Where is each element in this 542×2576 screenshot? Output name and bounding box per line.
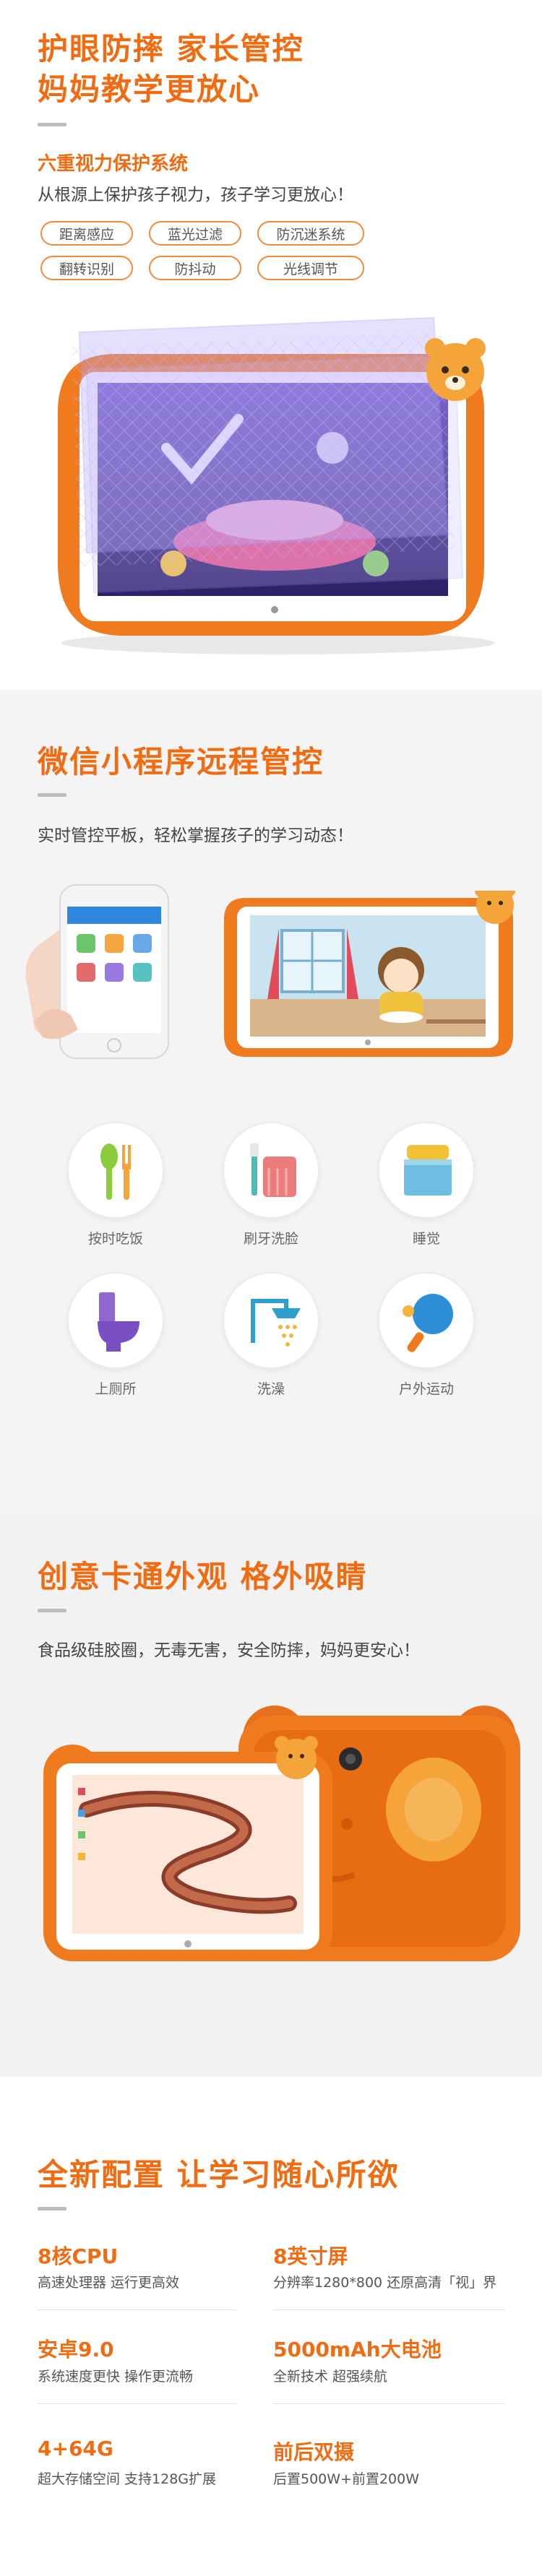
spec-battery-title: 5000mAh大电池 xyxy=(273,2338,442,2361)
spec-android-desc: 系统速度更快 操作更流畅 xyxy=(38,2369,194,2385)
phone-in-hand-illustration xyxy=(25,884,169,1059)
section2-description: 实时管控平板，轻松掌握孩子的学习动态！ xyxy=(38,826,353,845)
title-divider xyxy=(38,123,66,126)
section1-title-line2: 妈妈教学更放心 xyxy=(38,72,261,107)
tablet-cartoon-girl-illustration xyxy=(224,891,515,1057)
tag-flip-recognition: 翻转识别 xyxy=(40,256,133,280)
icon-label-toilet: 上厕所 xyxy=(95,1381,137,1397)
icon-label-sleep: 睡觉 xyxy=(412,1231,440,1247)
section4-title: 全新配置 让学习随心所欲 xyxy=(38,2157,400,2192)
spec-storage-title: 4+64G xyxy=(38,2437,113,2460)
spec-divider xyxy=(38,2403,236,2404)
section1-subtitle: 六重视力保护系统 xyxy=(38,153,189,175)
spec-camera-title: 前后双摄 xyxy=(273,2440,355,2464)
toothbrush-icon xyxy=(223,1122,319,1219)
cartoon-design-section: 创意卡通外观 格外吸睛 食品级硅胶圈，无毒无害，安全防摔，妈妈更安心！ xyxy=(0,1513,542,2077)
title-divider xyxy=(38,793,66,797)
spec-camera-desc: 后置500W+前置200W xyxy=(273,2471,420,2487)
tag-anti-shake: 防抖动 xyxy=(149,256,241,280)
tag-anti-addiction: 防沉迷系统 xyxy=(257,221,364,246)
spec-storage-desc: 超大存储空间 支持128G扩展 xyxy=(38,2471,217,2487)
bed-icon xyxy=(378,1122,475,1219)
ping-pong-icon xyxy=(378,1272,475,1369)
section1-description: 从根源上保护孩子视力，孩子学习更放心！ xyxy=(38,186,353,204)
specs-section: 全新配置 让学习随心所欲 8核CPU 高速处理器 运行更高效 8英寸屏 分辨率1… xyxy=(0,2077,542,2576)
spec-battery-desc: 全新技术 超强续航 xyxy=(273,2369,388,2385)
section3-title: 创意卡通外观 格外吸睛 xyxy=(38,1559,368,1594)
title-divider xyxy=(38,1609,66,1612)
spec-divider xyxy=(273,2309,504,2310)
spec-cpu-title: 8核CPU xyxy=(38,2244,119,2268)
toilet-icon xyxy=(67,1272,164,1369)
spec-cpu-desc: 高速处理器 运行更高效 xyxy=(38,2275,180,2291)
spec-divider xyxy=(38,2309,236,2310)
icon-label-outdoor: 户外运动 xyxy=(398,1381,454,1397)
tablet-front-illustration xyxy=(43,1736,332,1961)
tag-blue-light-filter: 蓝光过滤 xyxy=(149,221,241,246)
section2-title: 微信小程序远程管控 xyxy=(38,744,324,779)
tablet-protection-illustration xyxy=(58,316,495,654)
eye-protection-section: 护眼防摔 家长管控 妈妈教学更放心 六重视力保护系统 从根源上保护孩子视力，孩子… xyxy=(0,0,542,690)
tag-distance-sensing: 距离感应 xyxy=(40,221,133,246)
shower-icon xyxy=(223,1272,319,1369)
spec-android-title: 安卓9.0 xyxy=(38,2338,114,2361)
tag-light-adjust: 光线调节 xyxy=(257,256,364,280)
section3-description: 食品级硅胶圈，无毒无害，安全防摔，妈妈更安心！ xyxy=(38,1641,420,1660)
spoon-fork-icon xyxy=(67,1122,164,1219)
remote-control-section: 微信小程序远程管控 实时管控平板，轻松掌握孩子的学习动态！ 按时吃饭 刷牙洗脸 … xyxy=(0,690,542,1513)
section1-title-line1: 护眼防摔 家长管控 xyxy=(38,31,304,66)
title-divider xyxy=(38,2207,66,2210)
spec-screen-title: 8英寸屏 xyxy=(273,2244,348,2268)
icon-label-brush-teeth: 刷牙洗脸 xyxy=(243,1231,298,1247)
spec-divider xyxy=(273,2403,504,2404)
icon-label-eat: 按时吃饭 xyxy=(87,1231,143,1247)
icon-label-shower: 洗澡 xyxy=(257,1381,285,1397)
spec-screen-desc: 分辨率1280*800 还原高清「视」界 xyxy=(273,2275,497,2291)
